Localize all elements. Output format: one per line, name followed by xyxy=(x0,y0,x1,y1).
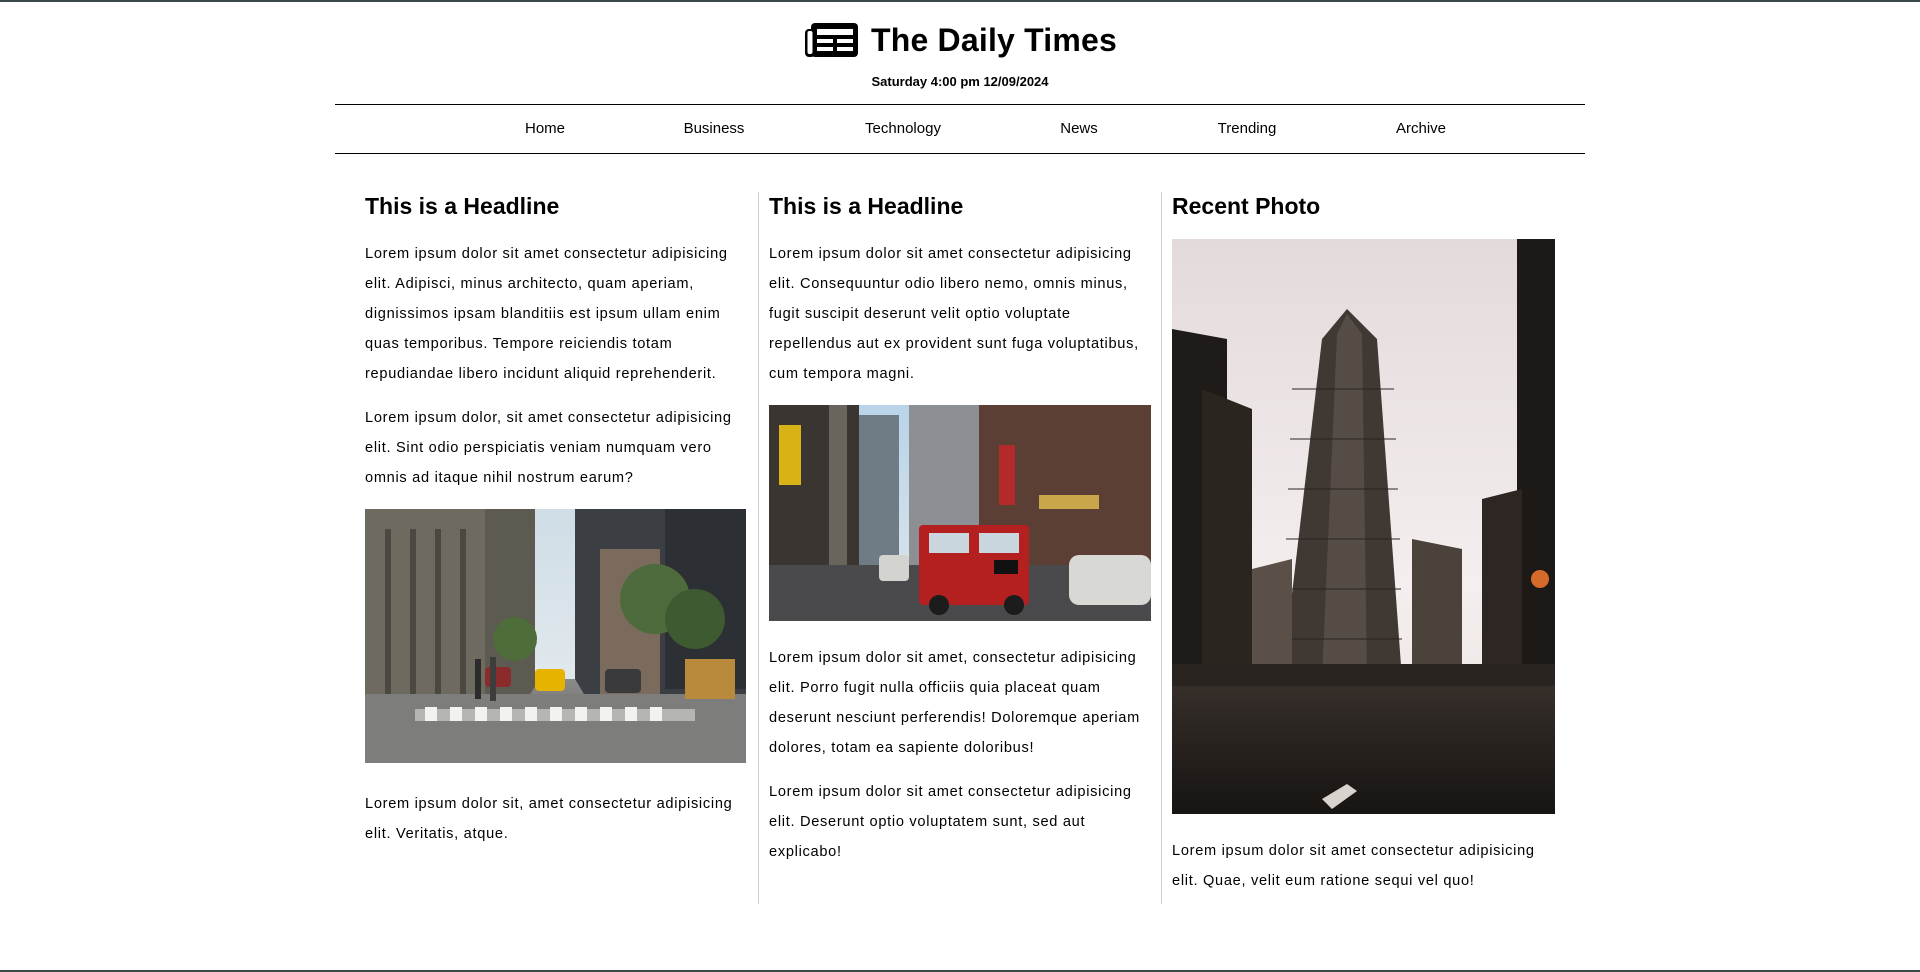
article-paragraph: Lorem ipsum dolor sit amet consectetur a… xyxy=(769,246,1139,382)
article-paragraph: Lorem ipsum dolor sit, amet consectetur … xyxy=(365,796,733,842)
article-column-2: This is a Headline Lorem ipsum dolor sit… xyxy=(769,192,1151,881)
article-column-1: This is a Headline Lorem ipsum dolor sit… xyxy=(365,192,746,863)
column-divider xyxy=(1161,192,1162,904)
nav-item-trending[interactable]: Trending xyxy=(1218,105,1277,153)
masthead: The Daily Times Saturday 4:00 pm 12/09/2… xyxy=(0,20,1920,89)
column-divider xyxy=(758,192,759,904)
article-headline[interactable]: This is a Headline xyxy=(769,192,1151,220)
flatiron-building-photo[interactable] xyxy=(1172,239,1555,814)
brand[interactable]: The Daily Times xyxy=(803,20,1117,60)
nav-item-home[interactable]: Home xyxy=(525,105,565,153)
article-paragraph: Lorem ipsum dolor sit amet, consectetur … xyxy=(769,650,1140,756)
article-paragraph: Lorem ipsum dolor, sit amet consectetur … xyxy=(365,410,732,486)
newspaper-icon xyxy=(803,20,861,60)
nav-item-news[interactable]: News xyxy=(1060,105,1098,153)
fire-truck-street-photo[interactable] xyxy=(769,405,1151,621)
article-paragraph: Lorem ipsum dolor sit amet consectetur a… xyxy=(769,784,1132,860)
article-headline[interactable]: This is a Headline xyxy=(365,192,746,220)
site-title: The Daily Times xyxy=(870,21,1118,58)
street-crosswalk-photo[interactable] xyxy=(365,509,746,763)
nav-item-archive[interactable]: Archive xyxy=(1396,105,1446,153)
main-nav: Home Business Technology News Trending A… xyxy=(335,104,1585,154)
recent-photo-heading[interactable]: Recent Photo xyxy=(1172,192,1555,220)
article-paragraph: Lorem ipsum dolor sit amet consectetur a… xyxy=(365,246,728,382)
article-paragraph: Lorem ipsum dolor sit amet consectetur a… xyxy=(1172,843,1535,889)
top-border xyxy=(0,0,1920,2)
dateline: Saturday 4:00 pm 12/09/2024 xyxy=(871,74,1049,89)
nav-item-technology[interactable]: Technology xyxy=(865,105,941,153)
nav-item-business[interactable]: Business xyxy=(684,105,745,153)
article-column-3: Recent Photo Lorem ipsum dolor sit amet … xyxy=(1172,192,1555,910)
